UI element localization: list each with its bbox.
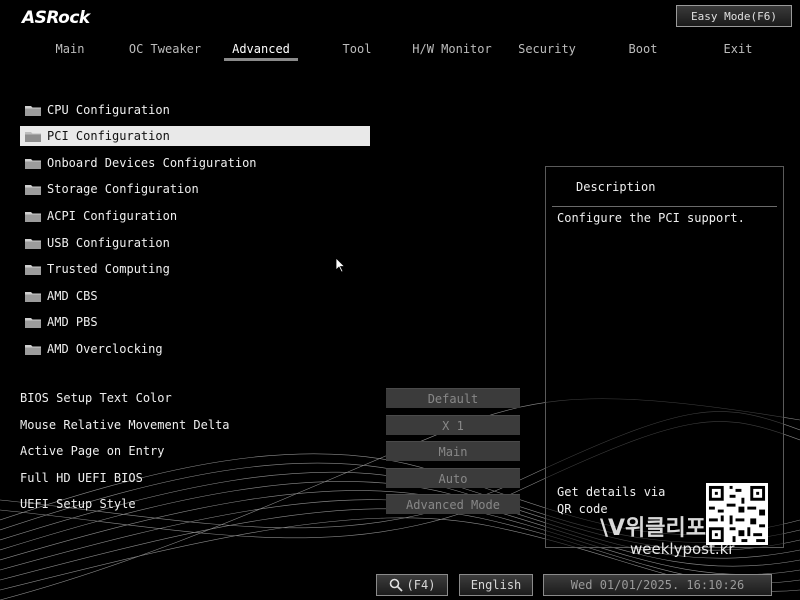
menu-item-label: Storage Configuration bbox=[47, 182, 199, 196]
menu-item-label: ACPI Configuration bbox=[47, 209, 178, 223]
folder-icon bbox=[25, 105, 41, 116]
folder-icon bbox=[25, 264, 41, 275]
folder-icon bbox=[25, 291, 41, 302]
search-icon bbox=[389, 578, 403, 592]
folder-icon bbox=[25, 158, 41, 169]
setting-value-active-page[interactable]: Main bbox=[386, 441, 520, 461]
tab-advanced[interactable]: Advanced bbox=[216, 40, 306, 58]
folder-icon bbox=[25, 184, 41, 195]
menu-item-onboard-devices-configuration[interactable]: Onboard Devices Configuration bbox=[20, 153, 370, 173]
folder-icon bbox=[25, 317, 41, 328]
menu-item-label: CPU Configuration bbox=[47, 103, 170, 117]
search-button[interactable]: (F4) bbox=[376, 574, 448, 596]
setting-value-mouse-delta[interactable]: X 1 bbox=[386, 415, 520, 435]
setting-label-bios-text-color: BIOS Setup Text Color bbox=[20, 391, 172, 405]
menu-item-trusted-computing[interactable]: Trusted Computing bbox=[20, 259, 370, 279]
menu-item-usb-configuration[interactable]: USB Configuration bbox=[20, 233, 370, 253]
tab-exit[interactable]: Exit bbox=[693, 40, 783, 58]
asrock-logo: ASRock bbox=[22, 8, 90, 28]
menu-item-label: Onboard Devices Configuration bbox=[47, 156, 257, 170]
watermark-logo: \V위클리포 bbox=[600, 516, 707, 541]
mouse-cursor-icon bbox=[335, 257, 346, 273]
main-tabs: Main OC Tweaker Advanced Tool H/W Monito… bbox=[0, 40, 800, 62]
setting-value-uefi-style[interactable]: Advanced Mode bbox=[386, 494, 520, 514]
setting-value-bios-text-color[interactable]: Default bbox=[386, 388, 520, 408]
setting-label-active-page: Active Page on Entry bbox=[20, 444, 165, 458]
tab-security[interactable]: Security bbox=[502, 40, 592, 58]
search-shortcut-label: (F4) bbox=[406, 578, 436, 592]
folder-icon bbox=[25, 211, 41, 222]
setting-label-uefi-style: UEFI Setup Style bbox=[20, 497, 136, 511]
datetime-display: Wed 01/01/2025. 16:10:26 bbox=[543, 574, 772, 596]
menu-item-cpu-configuration[interactable]: CPU Configuration bbox=[20, 100, 370, 120]
setting-label-mouse-delta: Mouse Relative Movement Delta bbox=[20, 418, 230, 432]
menu-item-label: PCI Configuration bbox=[47, 129, 170, 143]
folder-icon bbox=[25, 238, 41, 249]
easy-mode-button[interactable]: Easy Mode(F6) bbox=[676, 5, 792, 27]
menu-item-storage-configuration[interactable]: Storage Configuration bbox=[20, 179, 370, 199]
description-panel: Description Configure the PCI support. G… bbox=[545, 166, 784, 548]
menu-item-amd-overclocking[interactable]: AMD Overclocking bbox=[20, 339, 370, 359]
description-divider bbox=[552, 206, 777, 207]
tab-boot[interactable]: Boot bbox=[598, 40, 688, 58]
menu-item-pci-configuration[interactable]: PCI Configuration bbox=[20, 126, 370, 146]
folder-icon bbox=[25, 344, 41, 355]
tab-hw-monitor[interactable]: H/W Monitor bbox=[407, 40, 497, 58]
description-title: Description bbox=[576, 180, 656, 194]
menu-item-label: AMD CBS bbox=[47, 289, 98, 303]
qr-code-icon bbox=[706, 483, 768, 545]
menu-item-acpi-configuration[interactable]: ACPI Configuration bbox=[20, 206, 370, 226]
setting-value-full-hd[interactable]: Auto bbox=[386, 468, 520, 488]
description-text: Configure the PCI support. bbox=[557, 211, 745, 225]
tab-main[interactable]: Main bbox=[25, 40, 115, 58]
watermark-url: weeklypost.kr bbox=[630, 540, 735, 558]
menu-item-label: Trusted Computing bbox=[47, 262, 170, 276]
folder-icon bbox=[25, 131, 41, 142]
tab-tool[interactable]: Tool bbox=[312, 40, 402, 58]
tab-oc-tweaker[interactable]: OC Tweaker bbox=[120, 40, 210, 58]
language-button[interactable]: English bbox=[459, 574, 533, 596]
menu-item-label: USB Configuration bbox=[47, 236, 170, 250]
active-tab-indicator bbox=[224, 58, 298, 61]
menu-item-amd-pbs[interactable]: AMD PBS bbox=[20, 312, 370, 332]
menu-item-label: AMD PBS bbox=[47, 315, 98, 329]
setting-label-full-hd: Full HD UEFI BIOS bbox=[20, 471, 143, 485]
menu-item-label: AMD Overclocking bbox=[47, 342, 163, 356]
menu-item-amd-cbs[interactable]: AMD CBS bbox=[20, 286, 370, 306]
